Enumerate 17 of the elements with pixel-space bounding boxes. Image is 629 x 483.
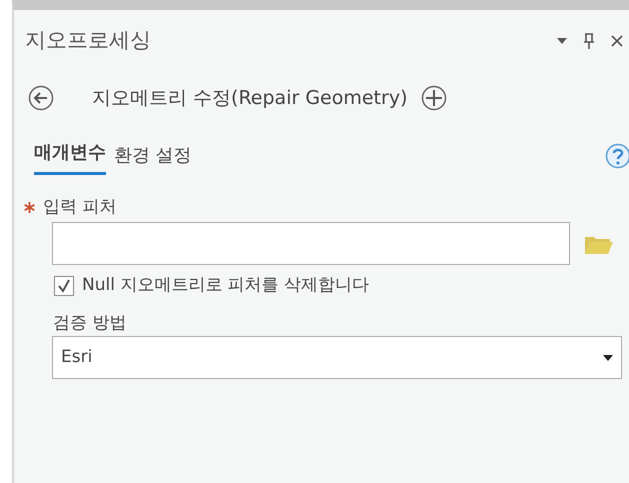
caret-icon	[603, 354, 613, 360]
field-label: 입력 피처	[43, 196, 116, 218]
checkbox-label: Null 지오메트리로 피처를 삭제합니다	[82, 274, 370, 297]
dropdown-arrow-icon[interactable]	[557, 38, 567, 44]
close-icon[interactable]	[611, 35, 623, 47]
dropdown[interactable]: Esri	[52, 336, 622, 379]
pin-icon[interactable]	[583, 33, 595, 49]
pane-title: 지오프로세싱	[25, 27, 151, 54]
add-icon[interactable]	[421, 85, 448, 112]
input-field[interactable]	[52, 222, 570, 265]
help-icon[interactable]	[605, 142, 629, 168]
tool-title: 지오메트리 수정(Repair Geometry)	[92, 86, 408, 111]
tab[interactable]: 환경 설정	[114, 142, 192, 174]
checkbox[interactable]	[54, 276, 74, 296]
back-icon[interactable]	[28, 85, 54, 112]
field-label: 검증 방법	[52, 312, 126, 334]
tab[interactable]: 매개변수	[34, 138, 106, 174]
